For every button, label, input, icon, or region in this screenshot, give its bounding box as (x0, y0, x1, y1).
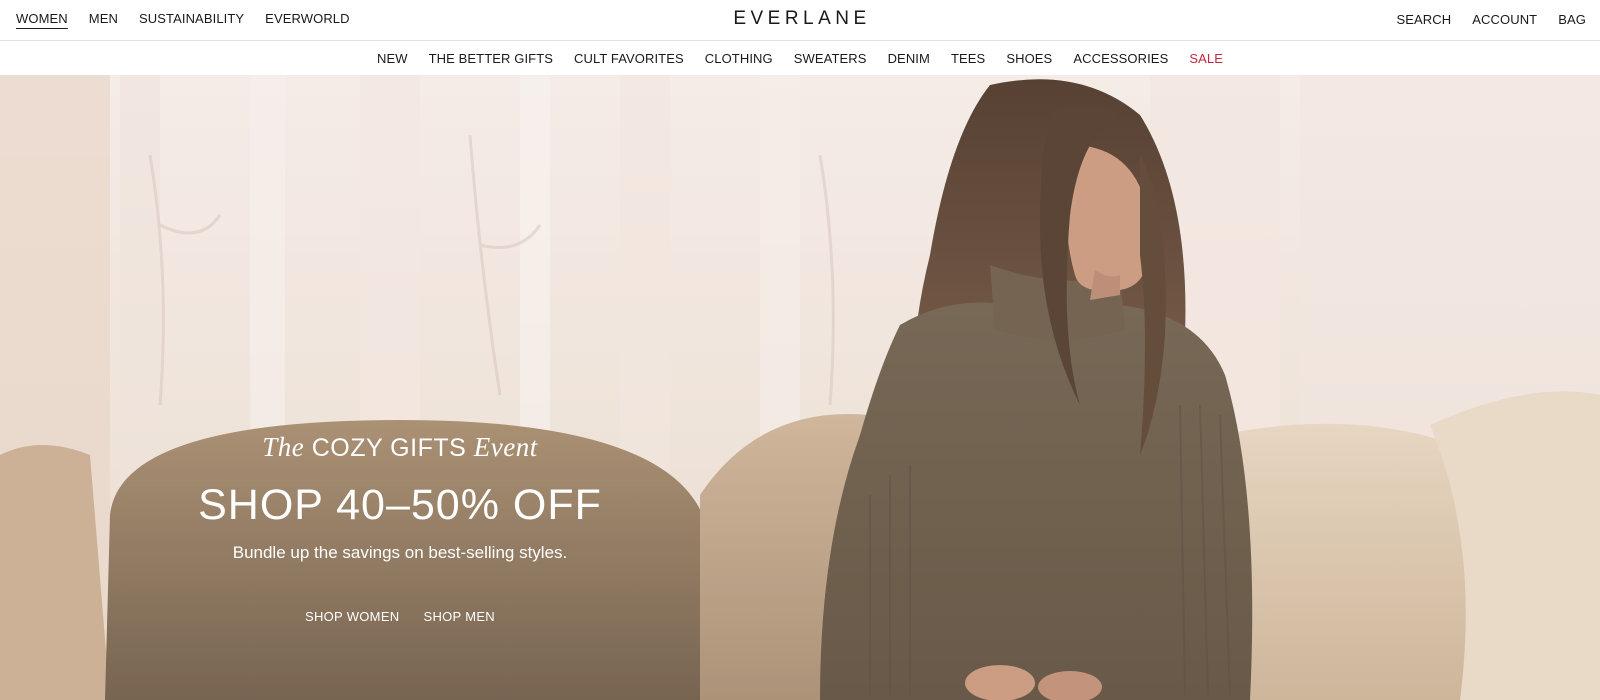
bag-link[interactable]: BAG (1558, 12, 1586, 27)
category-nav: NEW THE BETTER GIFTS CULT FAVORITES CLOT… (0, 41, 1600, 75)
category-accessories[interactable]: ACCESSORIES (1073, 51, 1168, 66)
category-tees[interactable]: TEES (951, 51, 985, 66)
brand-logo[interactable]: EVERLANE (729, 8, 870, 30)
nav-sustainability-link[interactable]: SUSTAINABILITY (139, 11, 244, 26)
hero-copy: The COZY GIFTS Event SHOP 40–50% OFF Bun… (120, 431, 680, 624)
eyebrow-title: COZY GIFTS (311, 434, 467, 462)
primary-nav: WOMEN MEN SUSTAINABILITY EVERWORLD (16, 0, 371, 37)
utility-nav: SEARCH ACCOUNT BAG (1375, 0, 1586, 38)
nav-everworld-link[interactable]: EVERWORLD (265, 11, 349, 26)
nav-men-link[interactable]: MEN (89, 11, 118, 26)
hero-headline: SHOP 40–50% OFF (198, 481, 602, 529)
category-sale[interactable]: SALE (1189, 51, 1223, 66)
top-bar: WOMEN MEN SUSTAINABILITY EVERWORLD EVERL… (0, 0, 1600, 41)
category-shoes[interactable]: SHOES (1006, 51, 1052, 66)
hero-cta-row: SHOP WOMEN SHOP MEN (120, 609, 680, 624)
hero-eyebrow: The COZY GIFTS Event (120, 431, 680, 464)
nav-women-link[interactable]: WOMEN (16, 11, 68, 26)
eyebrow-the: The (262, 432, 305, 462)
category-clothing[interactable]: CLOTHING (705, 51, 773, 66)
category-better-gifts[interactable]: THE BETTER GIFTS (429, 51, 553, 66)
hero-subhead: Bundle up the savings on best-selling st… (232, 543, 568, 562)
shop-women-button[interactable]: SHOP WOMEN (305, 609, 400, 624)
search-link[interactable]: SEARCH (1396, 12, 1451, 27)
hero-banner[interactable]: The COZY GIFTS Event SHOP 40–50% OFF Bun… (0, 75, 1600, 700)
category-new[interactable]: NEW (377, 51, 408, 66)
account-link[interactable]: ACCOUNT (1472, 12, 1537, 27)
shop-men-button[interactable]: SHOP MEN (423, 609, 495, 624)
category-cult-favorites[interactable]: CULT FAVORITES (574, 51, 684, 66)
eyebrow-event: Event (473, 432, 538, 462)
category-denim[interactable]: DENIM (888, 51, 930, 66)
category-sweaters[interactable]: SWEATERS (794, 51, 867, 66)
